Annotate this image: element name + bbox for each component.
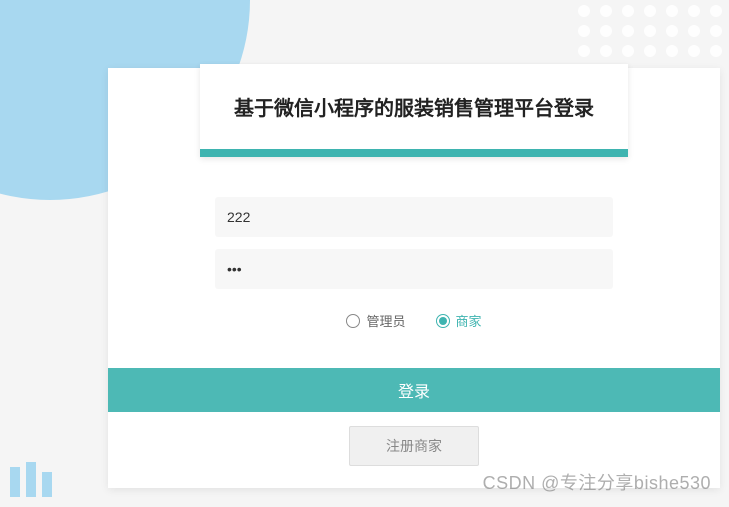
radio-icon bbox=[436, 314, 450, 328]
role-radio-admin[interactable]: 管理员 bbox=[346, 311, 405, 330]
login-card: 基于微信小程序的服装销售管理平台登录 管理员 商家 登录 注册商家 bbox=[108, 68, 720, 488]
register-merchant-button[interactable]: 注册商家 bbox=[349, 426, 479, 466]
role-radio-merchant[interactable]: 商家 bbox=[436, 311, 482, 330]
radio-icon bbox=[346, 314, 360, 328]
username-input[interactable] bbox=[215, 197, 613, 237]
radio-label: 管理员 bbox=[366, 311, 405, 330]
password-input[interactable] bbox=[215, 249, 613, 289]
background-dots bbox=[578, 5, 724, 57]
watermark-text: CSDN @专注分享bishe530 bbox=[483, 469, 711, 495]
radio-label: 商家 bbox=[456, 311, 482, 330]
role-radio-group: 管理员 商家 bbox=[215, 301, 613, 348]
page-title: 基于微信小程序的服装销售管理平台登录 bbox=[220, 92, 608, 121]
background-bars bbox=[10, 462, 52, 497]
title-box: 基于微信小程序的服装销售管理平台登录 bbox=[200, 64, 628, 157]
login-form: 管理员 商家 bbox=[108, 159, 720, 368]
login-button[interactable]: 登录 bbox=[108, 368, 720, 412]
